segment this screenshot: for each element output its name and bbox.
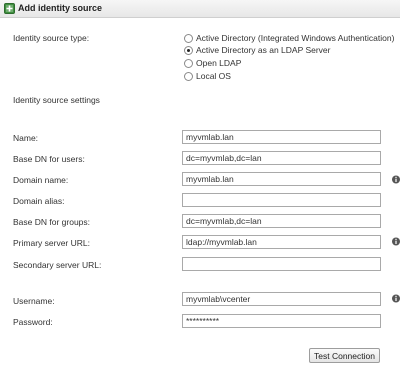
base-dn-groups-input[interactable] [182, 214, 381, 228]
radio-open-ldap[interactable]: Open LDAP [184, 58, 241, 68]
username-input[interactable] [182, 292, 381, 306]
add-identity-source-icon [4, 3, 15, 14]
info-icon[interactable] [392, 237, 400, 246]
secondary-server-url-label: Secondary server URL: [13, 260, 102, 270]
username-label: Username: [13, 296, 55, 306]
domain-name-input[interactable] [182, 172, 381, 186]
password-label: Password: [13, 317, 53, 327]
radio-button[interactable] [184, 33, 193, 43]
radio-label: Open LDAP [196, 58, 242, 68]
identity-source-type-label: Identity source type: [13, 33, 90, 43]
name-input[interactable] [182, 130, 381, 144]
secondary-server-url-input[interactable] [182, 257, 381, 271]
radio-button[interactable] [184, 58, 193, 68]
dialog-title: Add identity source [18, 3, 103, 13]
dialog-titlebar: Add identity source [0, 0, 400, 18]
primary-server-url-label: Primary server URL: [13, 238, 90, 248]
test-connection-button[interactable]: Test Connection [309, 348, 380, 363]
domain-name-label: Domain name: [13, 175, 69, 185]
radio-button-selected[interactable] [184, 45, 193, 55]
primary-server-url-input[interactable] [182, 235, 381, 249]
base-dn-users-input[interactable] [182, 151, 381, 165]
domain-alias-input[interactable] [182, 193, 381, 207]
radio-ad-ldap-server[interactable]: Active Directory as an LDAP Server [184, 45, 330, 55]
identity-source-settings-heading: Identity source settings [13, 95, 100, 105]
password-input[interactable] [182, 314, 381, 328]
base-dn-users-label: Base DN for users: [13, 154, 85, 164]
radio-ad-integrated-windows[interactable]: Active Directory (Integrated Windows Aut… [184, 33, 394, 43]
radio-label: Active Directory (Integrated Windows Aut… [196, 33, 395, 43]
domain-alias-label: Domain alias: [13, 196, 65, 206]
radio-label: Local OS [196, 71, 231, 81]
radio-button[interactable] [184, 71, 193, 81]
info-icon[interactable] [392, 294, 400, 303]
info-icon[interactable] [392, 175, 400, 184]
name-label: Name: [13, 133, 39, 143]
radio-local-os[interactable]: Local OS [184, 71, 231, 81]
base-dn-groups-label: Base DN for groups: [13, 217, 91, 227]
radio-label: Active Directory as an LDAP Server [196, 45, 331, 55]
